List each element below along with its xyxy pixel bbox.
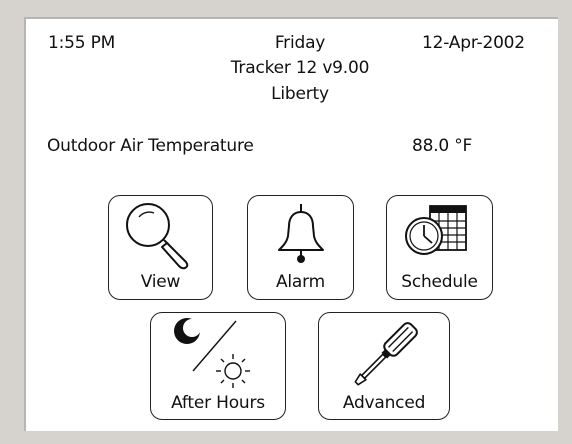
touch-screen: 1:55 PM Friday 12-Apr-2002 Tracker 12 v9… — [24, 17, 558, 431]
date-display: 12-Apr-2002 — [422, 33, 525, 53]
outdoor-air-temp-label: Outdoor Air Temperature — [47, 136, 254, 156]
day-display: Friday — [274, 33, 326, 53]
schedule-label: Schedule — [401, 272, 478, 292]
advanced-label: Advanced — [342, 393, 426, 413]
moon-sun-icon — [174, 318, 250, 388]
outdoor-air-temp-value: 88.0 °F — [412, 136, 473, 156]
magnifier-icon — [126, 203, 189, 270]
alarm-button[interactable]: Alarm — [247, 195, 354, 300]
clock-calendar-icon — [405, 205, 467, 255]
time-display: 1:55 PM — [48, 33, 116, 53]
view-label: View — [140, 272, 181, 292]
schedule-button[interactable]: Schedule — [386, 195, 493, 300]
after-hours-button[interactable]: After Hours — [150, 312, 286, 420]
bell-icon — [278, 204, 324, 263]
view-button[interactable]: View — [108, 195, 213, 300]
location-name: Liberty — [271, 84, 329, 104]
device-name: Tracker 12 v9.00 — [230, 58, 370, 78]
alarm-label: Alarm — [275, 272, 326, 292]
advanced-button[interactable]: Advanced — [318, 312, 450, 420]
after-hours-label: After Hours — [171, 393, 265, 413]
screwdriver-icon — [354, 322, 418, 386]
